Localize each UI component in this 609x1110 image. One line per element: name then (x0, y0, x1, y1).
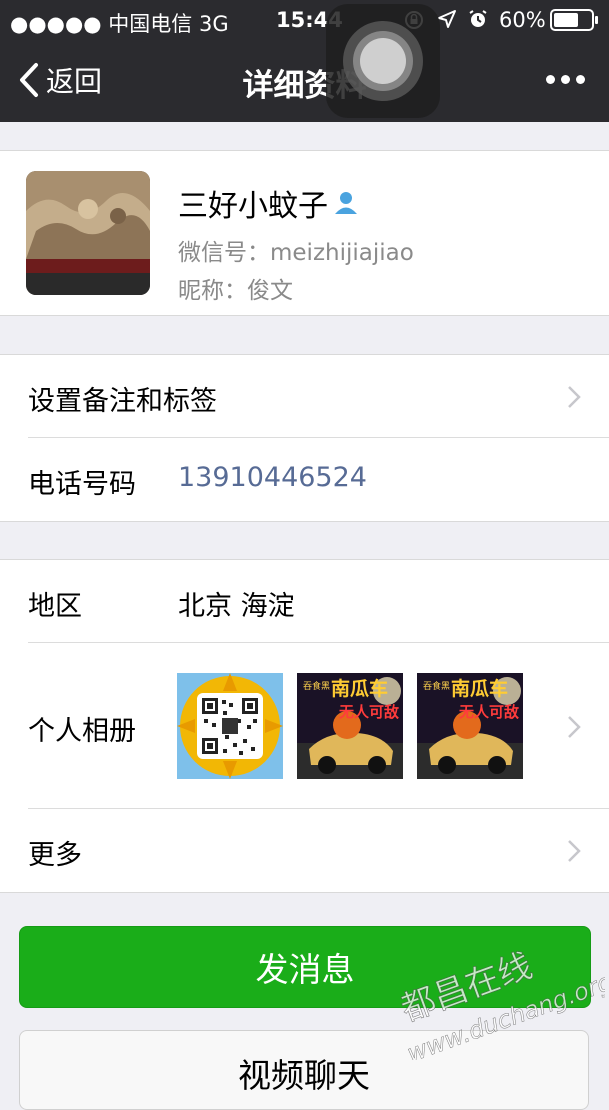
settings-group: 设置备注和标签 电话号码 13910446524 (0, 354, 609, 522)
album-photo[interactable] (177, 673, 283, 779)
more-dots-icon (546, 75, 555, 84)
alarm-icon (469, 10, 487, 27)
album-label: 个人相册 (28, 716, 136, 747)
more-options-button[interactable] (546, 75, 585, 84)
avatar[interactable] (26, 171, 150, 295)
phone-label: 电话号码 (28, 469, 136, 500)
info-group: 地区 北京 海淀 个人相册 吞食黑 南瓜车 无人可敌 吞食黑 南瓜车 无人可敌 … (0, 559, 609, 893)
svg-text:无人可敌: 无人可敌 (458, 703, 519, 721)
profile-name: 三好小蚊子 (178, 189, 328, 224)
chevron-right-icon (568, 386, 581, 408)
svg-text:南瓜车: 南瓜车 (451, 677, 508, 700)
svg-text:无人可敌: 无人可敌 (338, 703, 399, 721)
phone-number-link[interactable]: 13910446524 (178, 462, 367, 493)
profile-card: 三好小蚊子 微信号：meizhijiajiao 昵称：俊文 (0, 150, 609, 316)
battery-icon (550, 9, 598, 31)
chevron-right-icon (568, 716, 581, 738)
status-bar: ●●●●● 中国电信 3G 15:44 60% (0, 0, 609, 40)
person-icon (335, 192, 357, 214)
svg-text:吞食黑: 吞食黑 (423, 680, 450, 692)
album-photo[interactable]: 吞食黑 南瓜车 无人可敌 (417, 673, 523, 779)
video-chat-button[interactable]: 视频聊天 (19, 1030, 589, 1110)
region-row: 地区 北京 海淀 (0, 560, 609, 642)
carrier-signal: ●●●●● 中国电信 3G (10, 12, 229, 36)
album-row[interactable]: 个人相册 吞食黑 南瓜车 无人可敌 吞食黑 南瓜车 无人可敌 (0, 643, 609, 808)
assistive-touch-icon[interactable] (326, 4, 440, 118)
region-value: 北京 海淀 (178, 591, 295, 622)
more-row[interactable]: 更多 (0, 809, 609, 891)
remark-tag-row[interactable]: 设置备注和标签 (0, 355, 609, 437)
chevron-right-icon (568, 840, 581, 862)
nav-bar: 返回 详细资料 (0, 40, 609, 122)
phone-row: 电话号码 13910446524 (0, 438, 609, 520)
battery-percent: 60% (499, 8, 546, 32)
nickname: 昵称：俊文 (178, 278, 293, 304)
album-photo[interactable]: 吞食黑 南瓜车 无人可敌 (297, 673, 403, 779)
svg-text:吞食黑: 吞食黑 (303, 680, 330, 692)
location-arrow-icon (438, 10, 456, 28)
send-message-button[interactable]: 发消息 (19, 926, 591, 1008)
wechat-id: 微信号：meizhijiajiao (178, 240, 414, 266)
region-label: 地区 (28, 591, 82, 622)
more-label: 更多 (28, 840, 82, 871)
page-title: 详细资料 (242, 68, 367, 104)
remark-tag-label: 设置备注和标签 (28, 386, 217, 417)
svg-text:南瓜车: 南瓜车 (331, 677, 388, 700)
